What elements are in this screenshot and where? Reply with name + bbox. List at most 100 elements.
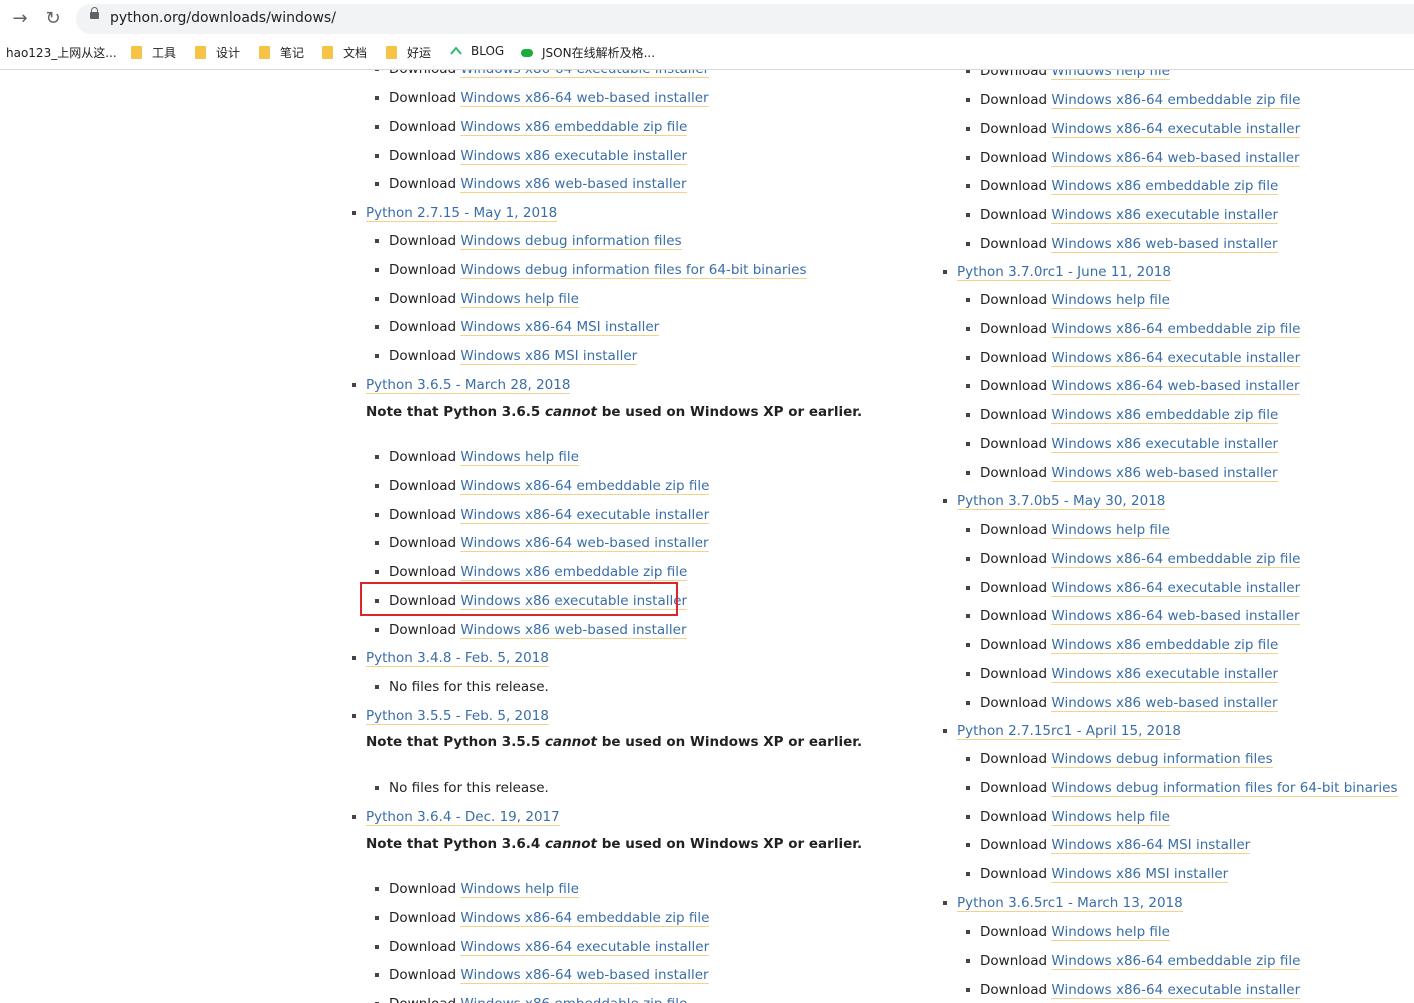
download-link[interactable]: Windows x86-64 web-based installer [1051,149,1300,167]
bookmark-json[interactable]: JSON在线解析及格... [521,44,655,61]
download-link[interactable]: Windows x86-64 executable installer [1051,981,1301,999]
download-list-item: Download Windows x86-64 embeddable zip f… [375,909,710,927]
download-link[interactable]: Windows x86-64 embeddable zip file [1051,320,1301,338]
download-link[interactable]: Windows x86 executable installer [1051,435,1279,453]
download-link[interactable]: Windows x86-64 embeddable zip file [460,909,710,927]
download-link[interactable]: Windows x86-64 embeddable zip file [1051,952,1301,970]
bookmark-hao123[interactable]: hao123_上网从这... [6,44,117,61]
download-label: Download [980,981,1052,998]
download-link[interactable]: Windows x86-64 MSI installer [1051,837,1251,855]
release-link[interactable]: Python 3.6.4 - Dec. 19, 2017 [366,809,560,826]
release-link[interactable]: Python 2.7.15 - May 1, 2018 [366,205,558,222]
download-link[interactable]: Windows x86-64 executable installer [1051,579,1301,597]
download-link[interactable]: Windows help file [460,881,579,898]
download-link[interactable]: Windows x86 embeddable zip file [460,996,688,1003]
address-bar[interactable]: python.org/downloads/windows/ [76,4,1414,34]
download-list-item: Download Windows x86 web-based installer [375,621,687,639]
release-link[interactable]: Python 3.5.5 - Feb. 5, 2018 [366,708,549,725]
download-list-item: Download Windows x86-64 MSI installer [966,836,1251,855]
download-link[interactable]: Windows x86 executable installer [1051,207,1279,224]
release-link[interactable]: Python 3.6.5 - March 28, 2018 [366,377,571,394]
download-link[interactable]: Windows x86-64 web-based installer [1051,378,1300,396]
download-link[interactable]: Windows x86-64 web-based installer [460,967,709,985]
release-item: Python 3.7.0b5 - May 30, 2018 [943,492,1166,510]
download-link[interactable]: Windows x86-64 embeddable zip file [1051,92,1301,109]
download-list-item: Download Windows help file [966,70,1170,80]
download-link[interactable]: Windows x86 web-based installer [1051,694,1278,712]
release-link[interactable]: Python 3.7.0b5 - May 30, 2018 [957,493,1166,510]
download-link[interactable]: Windows help file [460,290,579,308]
download-link[interactable]: Windows debug information files for 64-b… [1051,779,1398,797]
download-link[interactable]: Windows x86-64 executable installer [460,506,710,524]
download-link[interactable]: Windows x86 embeddable zip file [1051,407,1279,424]
note-text: be used on Windows XP or earlier. [597,836,863,852]
download-link[interactable]: Windows x86 web-based installer [1051,464,1278,482]
download-link[interactable]: Windows x86 embeddable zip file [460,118,688,136]
bullet [943,901,947,905]
download-label: Download [980,808,1052,825]
bullet [966,843,970,848]
download-label: Download [980,550,1052,567]
download-link[interactable]: Windows help file [1051,924,1170,941]
download-link[interactable]: Windows x86 embeddable zip file [1051,637,1279,654]
download-link[interactable]: Windows x86 web-based installer [1051,235,1278,253]
download-link[interactable]: Windows help file [460,449,579,466]
bookmark-folder-design[interactable]: 设计 [195,44,240,61]
bullet [375,124,379,129]
download-link[interactable]: Windows x86-64 executable installer [1051,349,1301,367]
download-link[interactable]: Windows x86-64 executable installer [460,938,710,956]
download-list-item: Download Windows x86 embeddable zip file [375,563,688,581]
download-link[interactable]: Windows x86-64 executable installer [460,70,710,78]
bullet [966,70,970,73]
download-link[interactable]: Windows debug information files [1051,751,1273,768]
bullet [966,785,970,790]
bullet [375,239,379,243]
download-link[interactable]: Windows x86-64 MSI installer [460,319,660,337]
download-label: Download [980,694,1052,711]
url-text: python.org/downloads/windows/ [110,10,336,26]
bullet [966,98,970,102]
download-link[interactable]: Windows x86-64 web-based installer [460,90,709,107]
download-link[interactable]: Windows help file [1051,808,1170,826]
download-list-item: Download Windows x86 web-based installer [966,464,1278,482]
release-item: Python 2.7.15 - May 1, 2018 [352,204,558,222]
download-link[interactable]: Windows x86 MSI installer [1051,866,1229,883]
download-link[interactable]: Windows x86 embeddable zip file [460,564,688,581]
release-link[interactable]: Python 3.6.5rc1 - March 13, 2018 [957,895,1183,912]
download-link[interactable]: Windows x86 MSI installer [460,348,638,365]
download-link[interactable]: Windows help file [1051,292,1170,309]
bookmark-folder-notes[interactable]: 笔记 [259,44,304,61]
bookmark-folder-luck[interactable]: 好运 [386,44,431,61]
reload-icon[interactable]: ↻ [43,9,63,29]
download-list-item: Download Windows debug information files… [375,261,807,279]
download-list-item: Download Windows help file [375,448,579,466]
download-link[interactable]: Windows x86-64 web-based installer [1051,608,1300,626]
download-label: Download [980,464,1052,481]
release-link[interactable]: Python 3.4.8 - Feb. 5, 2018 [366,650,549,667]
download-label: Download [389,176,461,193]
download-link[interactable]: Windows debug information files [460,233,682,250]
download-link[interactable]: Windows x86-64 executable installer [1051,120,1301,138]
bullet [966,213,970,217]
download-link[interactable]: Windows x86-64 embeddable zip file [1051,550,1301,568]
download-link[interactable]: Windows debug information files for 64-b… [460,261,807,279]
download-link[interactable]: Windows x86 web-based installer [460,176,687,194]
forward-arrow-icon[interactable]: → [10,9,30,29]
release-link[interactable]: Python 3.7.0rc1 - June 11, 2018 [957,264,1171,281]
download-link[interactable]: Windows x86 executable installer [460,147,688,165]
folder-icon [131,46,142,59]
bookmark-folder-tools[interactable]: 工具 [131,44,176,61]
download-link[interactable]: Windows x86 executable installer [1051,665,1279,683]
download-link[interactable]: Windows x86 web-based installer [460,621,687,639]
download-link[interactable]: Windows help file [1051,522,1170,539]
bullet [375,483,379,488]
bookmark-blog[interactable]: BLOG [450,44,504,58]
bookmark-folder-docs[interactable]: 文档 [322,44,367,61]
download-link[interactable]: Windows x86 embeddable zip file [1051,178,1279,196]
release-link[interactable]: Python 2.7.15rc1 - April 15, 2018 [957,723,1182,740]
download-link[interactable]: Windows x86-64 web-based installer [460,535,709,553]
bullet [966,671,970,676]
download-link[interactable]: Windows help file [1051,70,1170,80]
download-link[interactable]: Windows x86-64 embeddable zip file [460,477,710,495]
download-list-item: Download Windows debug information files [966,750,1273,768]
